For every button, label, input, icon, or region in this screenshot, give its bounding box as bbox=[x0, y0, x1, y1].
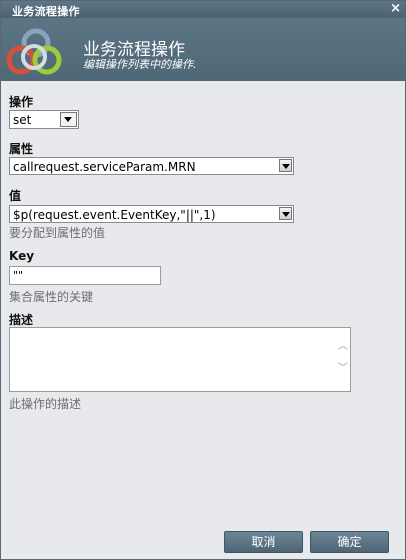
key-value: "" bbox=[13, 269, 24, 282]
chevron-down-icon[interactable] bbox=[279, 159, 292, 172]
cancel-button[interactable]: 取消 bbox=[224, 531, 303, 553]
ok-button[interactable]: 确定 bbox=[310, 531, 389, 553]
value-label: 值 bbox=[9, 189, 22, 203]
description-textarea[interactable]: ︿ ﹀ bbox=[9, 327, 351, 392]
scroll-down-icon[interactable]: ﹀ bbox=[338, 364, 348, 374]
dialog-window: 业务流程操作 × 业务流程操作 编辑操作列表中的操作. 操作 set 属性 ca… bbox=[0, 0, 406, 560]
operation-select[interactable]: set bbox=[9, 110, 79, 129]
value-select[interactable]: $p(request.event.EventKey,"||",1) bbox=[9, 205, 294, 223]
value-help: 要分配到属性的值 bbox=[9, 226, 106, 240]
dialog-footer: 取消 确定 bbox=[1, 529, 405, 559]
operation-label: 操作 bbox=[9, 95, 34, 109]
scroll-up-icon[interactable]: ︿ bbox=[338, 342, 348, 352]
chevron-down-icon[interactable] bbox=[279, 207, 292, 220]
window-title: 业务流程操作 bbox=[12, 5, 80, 18]
scrollbar[interactable]: ︿ ﹀ bbox=[338, 342, 348, 382]
header-subtitle: 编辑操作列表中的操作. bbox=[83, 58, 197, 71]
value-value: $p(request.event.EventKey,"||",1) bbox=[13, 208, 216, 222]
title-bar[interactable]: 业务流程操作 × bbox=[1, 1, 405, 18]
key-label: Key bbox=[9, 249, 35, 263]
property-label: 属性 bbox=[9, 142, 34, 156]
form-body: 操作 set 属性 callrequest.serviceParam.MRN 值… bbox=[1, 81, 405, 529]
key-input[interactable]: "" bbox=[9, 266, 161, 285]
property-value: callrequest.serviceParam.MRN bbox=[13, 160, 196, 174]
operation-value: set bbox=[13, 113, 32, 127]
description-label: 描述 bbox=[9, 313, 34, 327]
property-select[interactable]: callrequest.serviceParam.MRN bbox=[9, 157, 294, 175]
app-logo-icon bbox=[6, 28, 62, 75]
close-icon[interactable]: × bbox=[390, 1, 401, 16]
chevron-down-icon[interactable] bbox=[60, 112, 77, 127]
description-help: 此操作的描述 bbox=[9, 397, 82, 411]
key-help: 集合属性的关键 bbox=[9, 290, 94, 304]
header-banner: 业务流程操作 编辑操作列表中的操作. bbox=[1, 18, 405, 81]
